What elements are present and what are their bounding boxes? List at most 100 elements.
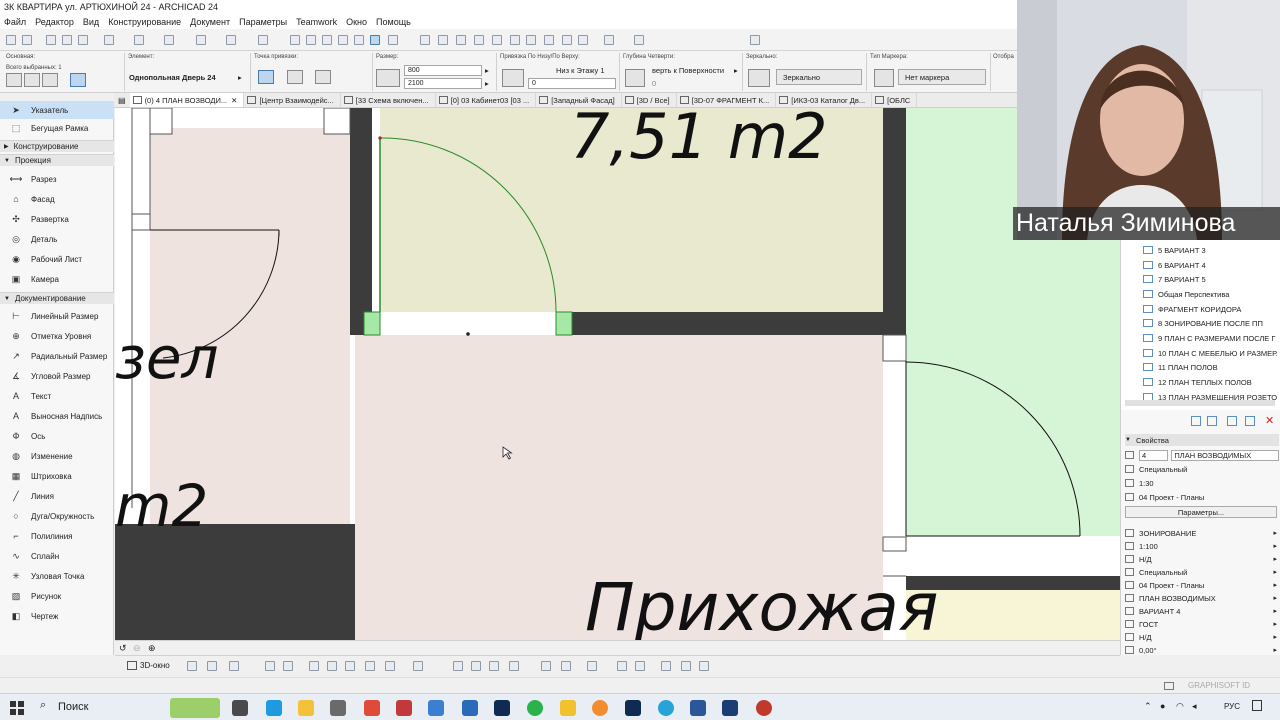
nav-item[interactable]: Общая Перспектива [1143, 287, 1229, 301]
chevron-up-icon[interactable]: ⌃ [1144, 701, 1152, 712]
lock-icon[interactable] [290, 35, 300, 45]
reveal-arrow-icon[interactable]: ▸ [734, 66, 738, 75]
renovation-icon[interactable] [562, 35, 572, 45]
whatsapp-icon[interactable] [527, 700, 543, 716]
tab-door-catalog[interactable]: [ИКЗ-03 Каталог Дв... [776, 93, 873, 107]
pan-icon[interactable] [327, 661, 337, 671]
section-icon[interactable] [338, 35, 348, 45]
horizontal-scrollbar[interactable] [1125, 400, 1275, 406]
tool-marquee[interactable]: ⬚ Бегущая Рамка [0, 119, 114, 137]
property-row[interactable]: Н/Д ▸ [1125, 631, 1279, 643]
anchor-center-icon[interactable] [287, 70, 303, 84]
windows-start-icon[interactable] [10, 701, 24, 715]
taskbar-search[interactable]: Поиск [58, 701, 88, 713]
category-document[interactable]: ▼ Документирование [0, 292, 114, 304]
category-viewpoint[interactable]: ▼ Проекция [0, 154, 114, 166]
app-icon[interactable] [462, 700, 478, 716]
category-design[interactable]: ▶ Конструирование [0, 140, 114, 152]
app-icon[interactable] [592, 700, 608, 716]
model-view-icon[interactable] [509, 661, 519, 671]
tool-angle-dimension[interactable]: ∡ Угловой Размер [0, 367, 114, 385]
sun-icon[interactable] [385, 661, 395, 671]
property-row[interactable]: 04 Проект - Планы [1125, 491, 1279, 503]
nav-item[interactable]: 8 ЗОНИРОВАНИЕ ПОСЛЕ ПП [1143, 316, 1263, 330]
tabs-menu-icon[interactable]: ▤ [118, 96, 126, 105]
guide-lines-icon[interactable] [370, 35, 380, 45]
elevation-icon[interactable] [354, 35, 364, 45]
structure-icon[interactable] [541, 661, 551, 671]
task-view-icon[interactable] [232, 700, 248, 716]
tool-grid[interactable]: Ф Ось [0, 427, 114, 445]
app-icon[interactable] [396, 700, 412, 716]
menu-file[interactable]: Файл [4, 17, 26, 27]
nav-item[interactable]: 6 ВАРИАНТ 4 [1143, 258, 1206, 272]
settings-icon[interactable] [330, 700, 346, 716]
property-row[interactable]: 1:30 [1125, 477, 1279, 489]
nav-item[interactable]: 7 ВАРИАНТ 5 [1143, 272, 1206, 286]
graphic-override-icon[interactable] [635, 661, 645, 671]
property-row[interactable]: Н/Д ▸ [1125, 553, 1279, 565]
undo-select-icon[interactable] [70, 73, 86, 87]
microphone-icon[interactable]: ● [1160, 701, 1165, 711]
nav-item[interactable]: 10 ПЛАН С МЕБЕЛЬЮ И РАЗМЕР. [1143, 346, 1278, 360]
link-icon[interactable] [661, 661, 671, 671]
sill-icon[interactable] [502, 69, 524, 87]
tab-cabinet[interactable]: [0] 03 Кабинет03 [03 ... [436, 93, 537, 107]
view-settings-icon[interactable] [413, 661, 423, 671]
orbit-icon[interactable] [265, 661, 275, 671]
offset-icon[interactable] [510, 35, 520, 45]
mirror-icon[interactable] [748, 69, 770, 87]
sill-offset-input[interactable]: 0 [528, 78, 616, 89]
property-row[interactable]: Специальный [1125, 463, 1279, 475]
nav-item[interactable]: 11 ПЛАН ПОЛОВ [1143, 360, 1218, 374]
eyedropper-icon[interactable] [78, 35, 88, 45]
group-icon[interactable] [164, 35, 174, 45]
tool-section[interactable]: ⟷ Разрез [0, 170, 114, 188]
property-row[interactable]: 04 Проект - Планы ▸ [1125, 579, 1279, 591]
settings-icon[interactable] [699, 661, 709, 671]
wireframe-icon[interactable] [187, 661, 197, 671]
layer-icon[interactable] [306, 35, 316, 45]
menu-options[interactable]: Параметры [239, 17, 287, 27]
clone-view-icon[interactable] [1207, 416, 1217, 426]
reveal-value[interactable]: верть к Поверхности [652, 66, 724, 75]
menu-teamwork[interactable]: Teamwork [296, 17, 337, 27]
parameters-button[interactable]: Параметры... [1125, 506, 1277, 518]
language-indicator[interactable]: РУС [1224, 702, 1240, 711]
split-icon[interactable] [438, 35, 448, 45]
height-arrow-icon[interactable]: ▸ [485, 79, 489, 88]
tool-elevation[interactable]: ⌂ Фасад [0, 190, 114, 208]
trim-icon[interactable] [420, 35, 430, 45]
tab-floor-plan[interactable]: (0) 4 ПЛАН ВОЗВОДИ... ✕ [129, 93, 245, 107]
search-icon[interactable]: ⌕ [40, 699, 46, 712]
adjust-icon[interactable] [456, 35, 466, 45]
menu-edit[interactable]: Редактор [35, 17, 74, 27]
property-row[interactable]: ПЛАН ВОЗВОДИМЫХ ▸ [1125, 592, 1279, 604]
publisher-icon[interactable] [604, 35, 614, 45]
arrow-icon[interactable] [6, 73, 22, 87]
nav-item[interactable]: ФРАГМЕНТ КОРИДОРА [1143, 302, 1241, 316]
cut-plane-icon[interactable] [365, 661, 375, 671]
word-icon[interactable] [690, 700, 706, 716]
tool-level-dimension[interactable]: ⊕ Отметка Уровня [0, 327, 114, 345]
folder-icon[interactable] [1227, 416, 1237, 426]
menu-help[interactable]: Помощь [376, 17, 411, 27]
reveal-offset[interactable]: 0 [652, 79, 656, 88]
photoshop-icon[interactable] [494, 700, 510, 716]
tab-collaboration[interactable]: [Центр Взаимодейс... [244, 93, 341, 107]
menu-document[interactable]: Документ [190, 17, 230, 27]
explore-icon[interactable] [283, 661, 293, 671]
tool-interior-elevation[interactable]: ✣ Развертка [0, 210, 114, 228]
tab-west-elevation[interactable]: [Западный Фасад] [536, 93, 622, 107]
partial-structure-icon[interactable] [617, 661, 627, 671]
grid-icon[interactable] [196, 35, 206, 45]
archicad-icon[interactable] [722, 700, 738, 716]
tool-pointer[interactable]: ➤ Указатель [0, 101, 114, 119]
shading-icon[interactable] [229, 661, 239, 671]
tool-drawing[interactable]: ◧ Чертеж [0, 607, 114, 625]
ruler-icon[interactable] [226, 35, 236, 45]
tool-polyline[interactable]: ⌐ Полилиния [0, 527, 114, 545]
redo-icon[interactable] [22, 35, 32, 45]
layer-combo-icon[interactable] [322, 35, 332, 45]
width-input[interactable]: 800 [404, 65, 482, 76]
